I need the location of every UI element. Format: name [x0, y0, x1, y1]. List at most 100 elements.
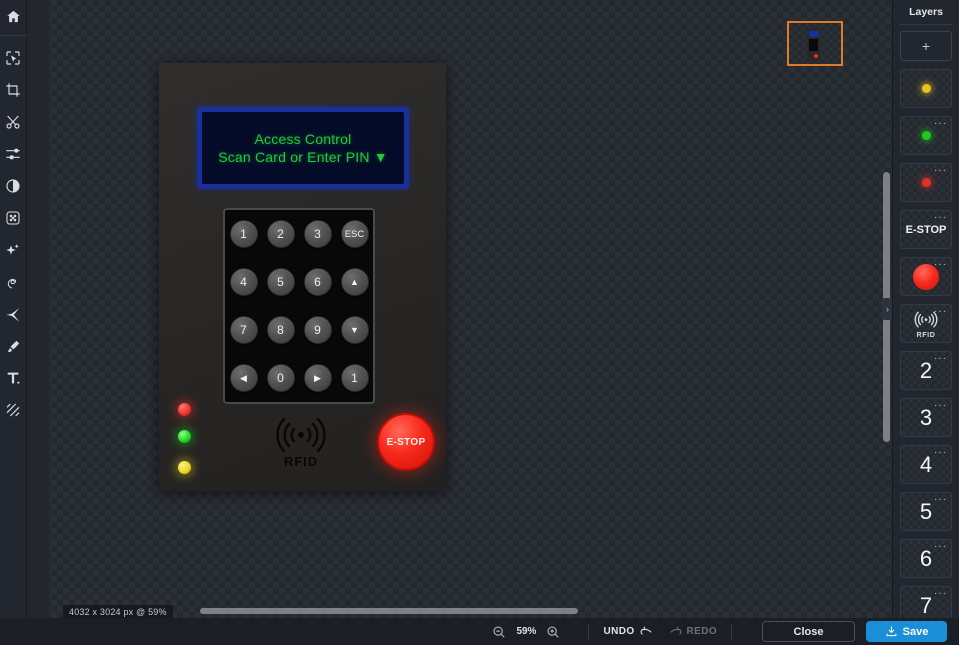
- layer-thumb-number: 5: [919, 498, 933, 524]
- contrast-icon[interactable]: [0, 170, 27, 202]
- key-9[interactable]: 9: [303, 316, 332, 344]
- canvas-horizontal-scrollbar[interactable]: [49, 605, 892, 618]
- minimap-lcd: [808, 31, 819, 37]
- layer-thumb-number: 4: [919, 451, 933, 477]
- spiral-icon[interactable]: [0, 266, 27, 298]
- rfid-reader: RFID: [263, 413, 339, 469]
- layer-menu-icon[interactable]: ···: [934, 212, 947, 223]
- close-button[interactable]: Close: [762, 621, 855, 642]
- redo-label: REDO: [686, 626, 717, 637]
- key-5[interactable]: 5: [266, 268, 295, 296]
- wand-icon[interactable]: [0, 298, 27, 330]
- zoom-in-icon[interactable]: [546, 625, 560, 639]
- layer-item[interactable]: ···: [900, 116, 952, 155]
- key-7[interactable]: 7: [229, 316, 258, 344]
- key-2[interactable]: 2: [266, 220, 295, 248]
- key-[interactable]: ▼: [340, 316, 369, 344]
- save-label: Save: [902, 625, 929, 638]
- layer-thumb-number: 6: [919, 545, 933, 571]
- layer-item[interactable]: ··· E-STOP: [900, 210, 952, 249]
- layer-menu-icon[interactable]: ···: [934, 259, 947, 270]
- key-[interactable]: ▶: [303, 364, 332, 392]
- layer-item[interactable]: ···: [900, 163, 952, 202]
- transparency-checkerboard: [27, 0, 892, 618]
- texture-icon[interactable]: [0, 394, 27, 426]
- layer-item[interactable]: ··· 6: [900, 539, 952, 578]
- key-0[interactable]: 0: [266, 364, 295, 392]
- estop-button[interactable]: E-STOP: [377, 413, 435, 471]
- layer-list: + ··· ··· ··· E-STOP ··· ··· RFID ··· 2 ··· 3 ··· 4 ·…: [893, 25, 959, 618]
- layer-item[interactable]: [900, 69, 952, 108]
- layer-item[interactable]: ··· 3: [900, 398, 952, 437]
- layer-thumb-number: 7: [919, 592, 933, 618]
- rfid-wave-icon: [276, 417, 326, 453]
- navigator-minimap[interactable]: [787, 21, 843, 66]
- key-6[interactable]: 6: [303, 268, 332, 296]
- left-toolbar: [0, 0, 27, 645]
- layer-menu-icon[interactable]: ···: [934, 118, 947, 129]
- redo-button[interactable]: REDO: [669, 625, 718, 638]
- redo-arrow-icon: [670, 626, 681, 635]
- layer-menu-icon[interactable]: ···: [934, 400, 947, 411]
- frame-icon[interactable]: [0, 202, 27, 234]
- minimap-keypad: [809, 39, 818, 51]
- select-icon[interactable]: [0, 42, 27, 74]
- layer-item[interactable]: ··· 5: [900, 492, 952, 531]
- layer-thumb-text: E-STOP: [905, 223, 947, 236]
- layer-menu-icon[interactable]: ···: [934, 165, 947, 176]
- device-artwork[interactable]: Access Control Scan Card or Enter PIN ▼ …: [159, 63, 446, 491]
- bottom-toolbar: 59% UNDO REDO Close Save: [0, 618, 959, 645]
- zoom-level-value: 59%: [516, 626, 537, 637]
- adjust-sliders-icon[interactable]: [0, 138, 27, 170]
- zoom-controls: 59%: [492, 625, 560, 639]
- panel-collapse-chevron-icon[interactable]: ›: [882, 298, 892, 320]
- layer-thumb-dot: [921, 131, 931, 140]
- led-yellow: [178, 461, 191, 474]
- layer-menu-icon[interactable]: ···: [934, 541, 947, 552]
- key-3[interactable]: 3: [303, 220, 332, 248]
- key-4[interactable]: 4: [229, 268, 258, 296]
- layer-thumb-number: 3: [919, 404, 933, 430]
- layer-item[interactable]: ··· RFID: [900, 304, 952, 343]
- undo-button[interactable]: UNDO: [603, 625, 652, 638]
- key-[interactable]: ◀: [229, 364, 258, 392]
- bottom-toolbar-controls: 59% UNDO REDO Close Save: [492, 621, 959, 642]
- undo-arrow-icon: [640, 626, 651, 635]
- toolbar-separator-1: [588, 623, 590, 640]
- text-icon[interactable]: [0, 362, 27, 394]
- led-green: [178, 430, 191, 443]
- home-icon[interactable]: [0, 0, 27, 32]
- key-1[interactable]: 1: [340, 364, 369, 392]
- layer-item[interactable]: ···: [900, 257, 952, 296]
- toolbar-separator-2: [731, 623, 732, 640]
- layer-menu-icon[interactable]: ···: [934, 494, 947, 505]
- sparkle-icon[interactable]: [0, 234, 27, 266]
- lcd-bezel: Access Control Scan Card or Enter PIN ▼: [197, 107, 409, 189]
- canvas-status-label: 4032 x 3024 px @ 59%: [63, 605, 173, 618]
- scissors-icon[interactable]: [0, 106, 27, 138]
- keypad[interactable]: 1 2 3 ESC 4 5 6 ▲ 7 8 9 ▼ ◀ 0 ▶ 1: [223, 208, 375, 404]
- key-8[interactable]: 8: [266, 316, 295, 344]
- layer-menu-icon[interactable]: ···: [934, 447, 947, 458]
- zoom-out-icon[interactable]: [492, 625, 506, 639]
- undo-label: UNDO: [603, 626, 635, 637]
- layers-panel-title: Layers: [909, 6, 943, 18]
- crop-icon[interactable]: [0, 74, 27, 106]
- layer-thumb-rfid: RFID: [910, 309, 943, 338]
- layer-item[interactable]: ··· 2: [900, 351, 952, 390]
- layer-menu-icon[interactable]: ···: [934, 353, 947, 364]
- layer-item[interactable]: ··· 4: [900, 445, 952, 484]
- brush-icon[interactable]: [0, 330, 27, 362]
- layer-menu-icon[interactable]: ···: [934, 588, 947, 599]
- key-1[interactable]: 1: [229, 220, 258, 248]
- canvas-area[interactable]: Access Control Scan Card or Enter PIN ▼ …: [27, 0, 892, 618]
- minimap-device-thumb: [807, 28, 820, 61]
- key-[interactable]: ▲: [340, 268, 369, 296]
- layer-thumb-number: 2: [919, 357, 933, 383]
- key-esc[interactable]: ESC: [340, 220, 369, 248]
- lcd-screen: Access Control Scan Card or Enter PIN ▼: [202, 112, 404, 184]
- horizontal-scroll-thumb[interactable]: [200, 608, 578, 614]
- save-button[interactable]: Save: [866, 621, 947, 642]
- layer-item[interactable]: ··· 7: [900, 586, 952, 618]
- add-layer-button[interactable]: +: [900, 31, 952, 61]
